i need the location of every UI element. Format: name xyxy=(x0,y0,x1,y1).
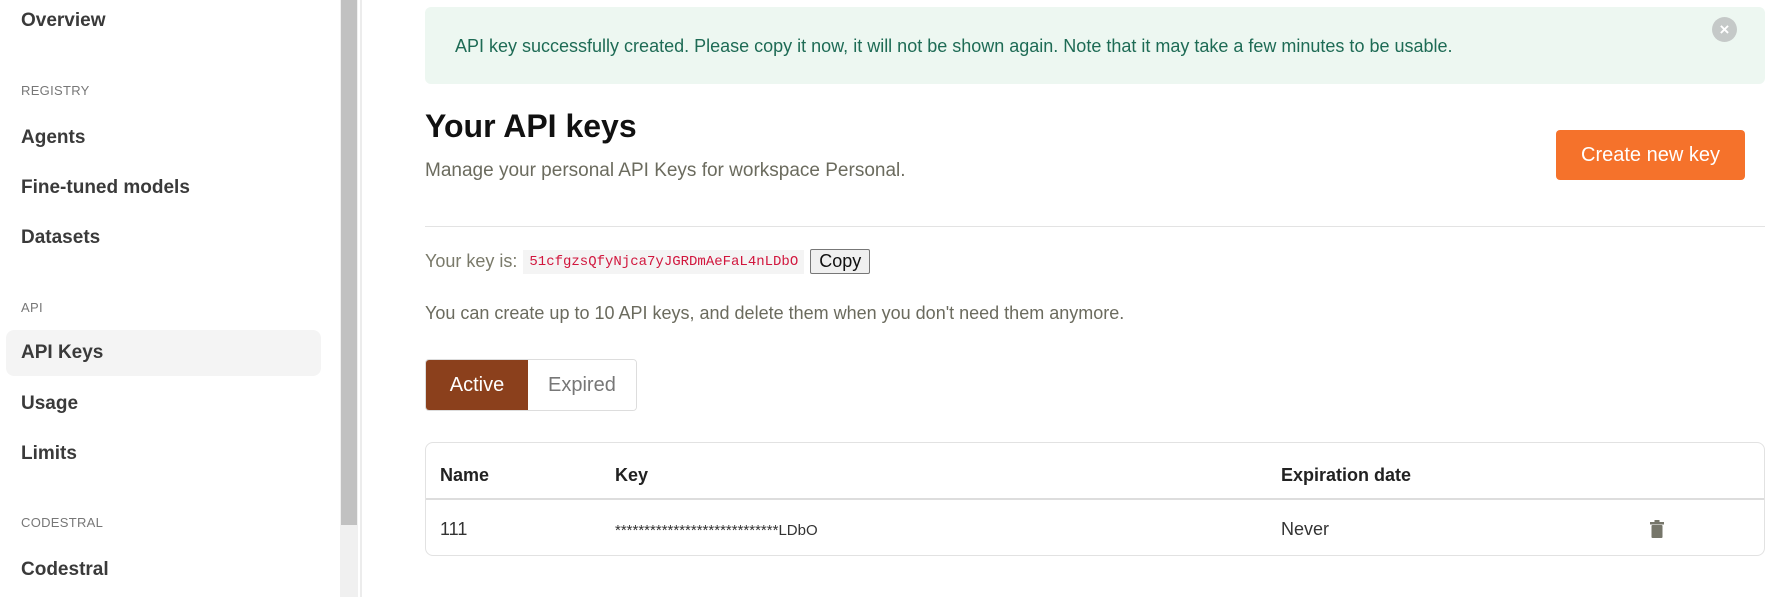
new-key-row: Your key is: 51cfgzsQfyNjca7yJGRDmAeFaL4… xyxy=(425,249,871,274)
column-header-expiration: Expiration date xyxy=(1281,465,1412,485)
page-title: Your API keys xyxy=(425,108,637,144)
sidebar-item-usage[interactable]: Usage xyxy=(21,393,78,415)
trash-icon[interactable] xyxy=(1650,520,1664,538)
sidebar-divider xyxy=(360,0,362,597)
scrollbar-thumb[interactable] xyxy=(341,0,357,525)
sidebar-section-api: API xyxy=(21,300,43,315)
info-text: You can create up to 10 API keys, and de… xyxy=(425,303,1125,323)
sidebar: Overview REGISTRY Agents Fine-tuned mode… xyxy=(0,0,342,597)
sidebar-item-overview[interactable]: Overview xyxy=(21,10,106,32)
page-subtitle: Manage your personal API Keys for worksp… xyxy=(425,160,906,181)
close-circle-icon[interactable]: × xyxy=(1712,17,1737,42)
header-divider xyxy=(426,498,1764,500)
sidebar-item-fine-tuned-models[interactable]: Fine-tuned models xyxy=(21,177,190,199)
column-header-name: Name xyxy=(440,465,490,485)
sidebar-item-limits[interactable]: Limits xyxy=(21,443,77,465)
sidebar-item-codestral[interactable]: Codestral xyxy=(21,559,109,581)
key-label: Your key is: xyxy=(425,251,518,271)
row-key: ****************************LDbO xyxy=(615,522,818,539)
divider xyxy=(425,226,1765,227)
alert-message: API key successfully created. Please cop… xyxy=(455,36,1453,56)
api-key-value[interactable]: 51cfgzsQfyNjca7yJGRDmAeFaL4nLDbO xyxy=(523,249,805,274)
sidebar-item-agents[interactable]: Agents xyxy=(21,127,85,149)
tab-expired[interactable]: Expired xyxy=(528,360,636,410)
sidebar-item-api-keys[interactable]: API Keys xyxy=(21,342,103,364)
key-status-tabs: Active Expired xyxy=(425,359,637,411)
column-header-key: Key xyxy=(615,465,649,485)
tab-active[interactable]: Active xyxy=(426,360,528,410)
copy-button[interactable]: Copy xyxy=(810,249,871,274)
api-keys-table: Name Key Expiration date 111 ***********… xyxy=(425,442,1765,556)
sidebar-section-registry: REGISTRY xyxy=(21,83,90,98)
sidebar-section-codestral: CODESTRAL xyxy=(21,515,104,530)
row-expiration: Never xyxy=(1281,519,1330,539)
success-alert: API key successfully created. Please cop… xyxy=(425,7,1765,84)
sidebar-item-datasets[interactable]: Datasets xyxy=(21,227,100,249)
create-new-key-button[interactable]: Create new key xyxy=(1556,130,1745,180)
row-name: 111 xyxy=(440,519,468,539)
